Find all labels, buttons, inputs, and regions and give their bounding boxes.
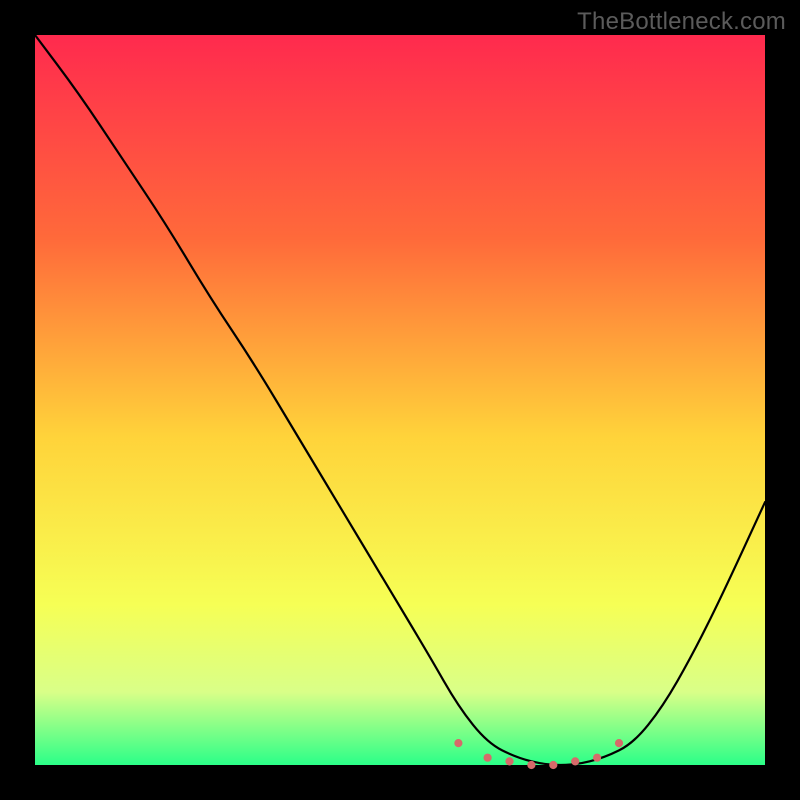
curve-marker (484, 754, 491, 761)
curve-marker (550, 761, 557, 768)
plot-background (35, 35, 765, 765)
curve-marker (528, 761, 535, 768)
chart-container: TheBottleneck.com (0, 0, 800, 800)
curve-marker (572, 758, 579, 765)
curve-marker (455, 740, 462, 747)
curve-marker (594, 754, 601, 761)
bottleneck-chart (0, 0, 800, 800)
curve-marker (615, 740, 622, 747)
curve-marker (506, 758, 513, 765)
watermark-text: TheBottleneck.com (577, 8, 786, 36)
